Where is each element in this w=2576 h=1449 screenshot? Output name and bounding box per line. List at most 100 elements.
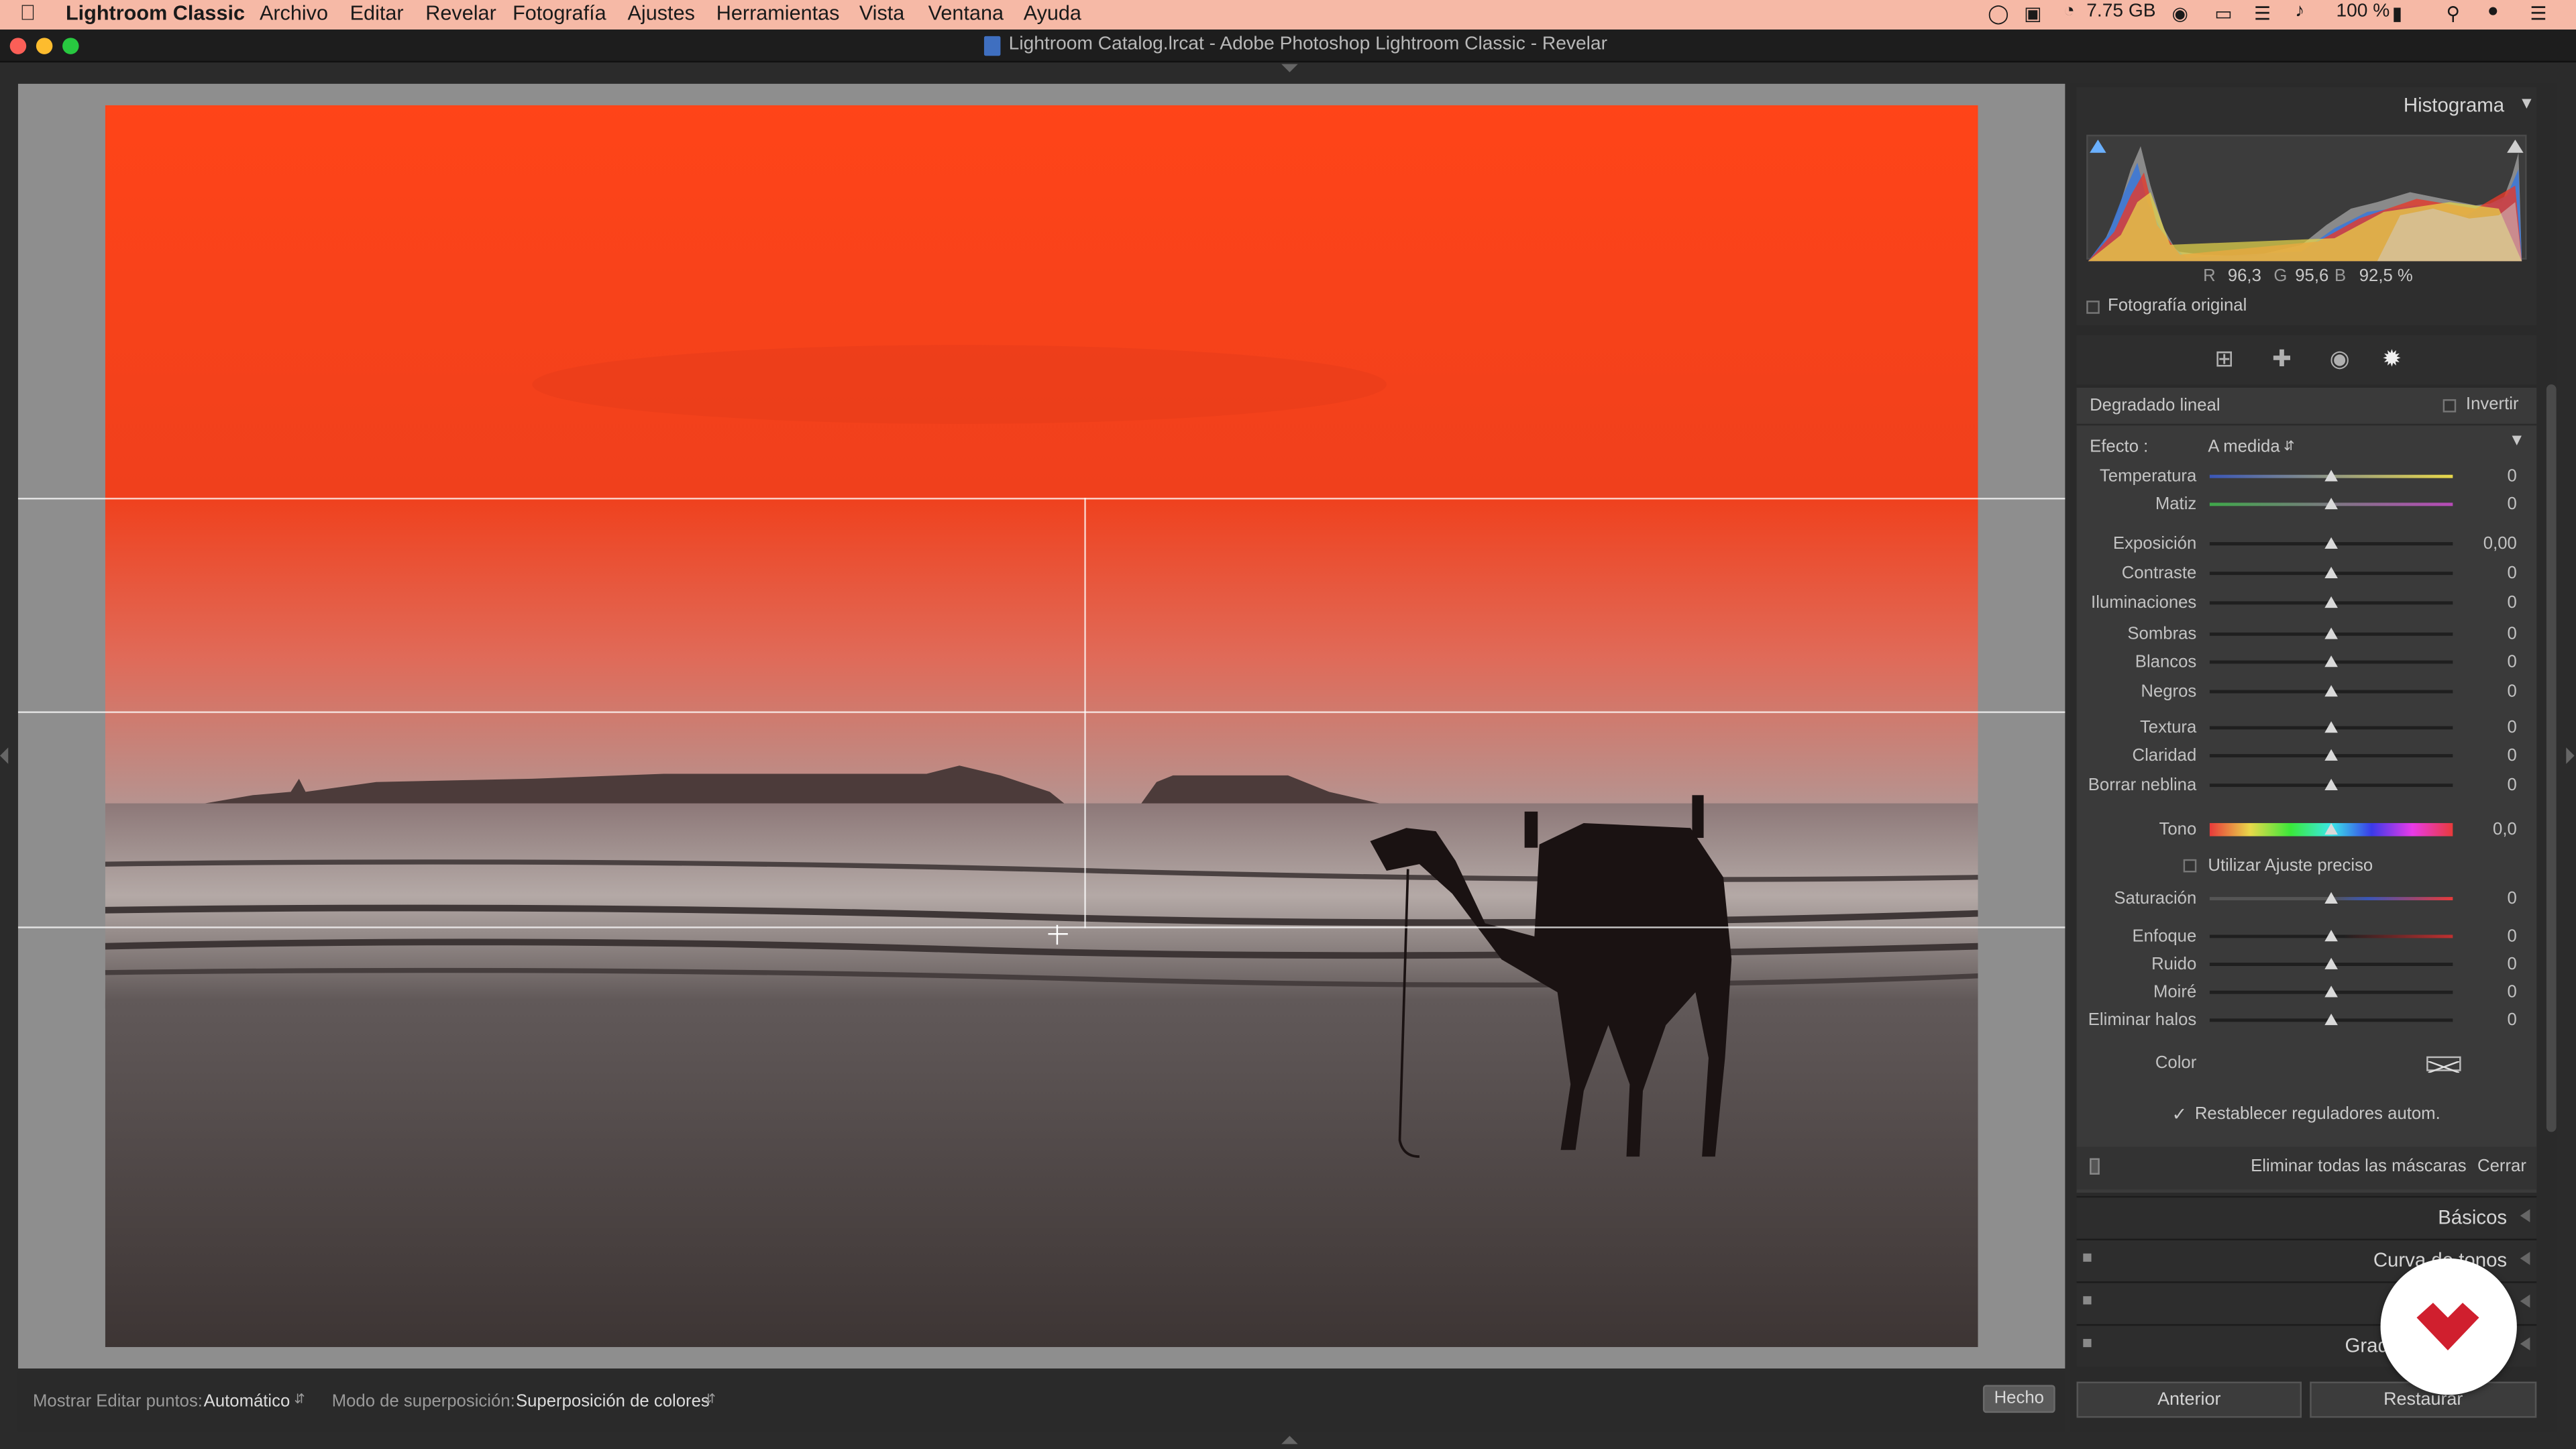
gradient-center-guide[interactable] [17,711,2065,713]
slider-textura-thumb[interactable] [2324,721,2338,733]
histogram-chart[interactable] [2086,134,2527,262]
panel-grad-expand-icon[interactable] [2520,1337,2530,1351]
slider-sombras-thumb[interactable] [2324,627,2338,639]
slider-eliminar-halos-value[interactable]: 0 [2464,1010,2517,1030]
menu-revelar[interactable]: Revelar [425,1,496,24]
slider-matiz-value[interactable]: 0 [2464,494,2517,514]
creative-cloud-icon[interactable]: ◯ [1988,1,2009,24]
airplay-icon[interactable]: ▭ [2214,1,2233,24]
slider-ruido-thumb[interactable] [2324,957,2338,969]
slider-ruido-value[interactable]: 0 [2464,955,2517,974]
effect-select[interactable]: A medida [2208,437,2279,456]
histogram-collapse-icon[interactable]: ▼ [2518,95,2534,113]
previous-button[interactable]: Anterior [2076,1381,2302,1418]
red-eye-tool-icon[interactable]: ◉ [2330,345,2350,373]
overlay-mode-chevron-icon[interactable]: ⇵ [705,1391,716,1406]
left-panel-toggle[interactable] [0,747,9,764]
slider-borrar-neblina-thumb[interactable] [2324,778,2338,790]
zoom-window-button[interactable] [62,38,79,54]
invert-checkbox[interactable] [2443,399,2457,413]
gradient-top-guide[interactable] [17,498,2065,500]
close-mask-button[interactable]: Cerrar [2477,1157,2526,1176]
highlight-clipping-icon[interactable] [2507,140,2524,153]
panel-curva-expand-icon[interactable] [2520,1252,2530,1265]
slider-moire-value[interactable]: 0 [2464,982,2517,1002]
slider-iluminaciones-value[interactable]: 0 [2464,593,2517,612]
menu-editar[interactable]: Editar [350,1,404,24]
slider-moire-thumb[interactable] [2324,985,2338,998]
slider-textura-value[interactable]: 0 [2464,718,2517,737]
slider-sombras-value[interactable]: 0 [2464,625,2517,644]
storage-icon[interactable]: ◔ [2063,1,2075,21]
slider-blancos-value[interactable]: 0 [2464,652,2517,672]
top-panel-toggle[interactable] [1281,64,1298,72]
slider-matiz-thumb[interactable] [2324,498,2338,510]
gradient-rotation-guide[interactable] [1084,498,1086,928]
close-window-button[interactable] [9,38,27,54]
sync-icon[interactable]: ◉ [2172,1,2189,24]
slider-temperatura-value[interactable]: 0 [2464,467,2517,486]
wifi-icon[interactable]: ☰ [2254,1,2271,24]
show-points-chevron-icon[interactable]: ⇵ [294,1391,305,1406]
effect-collapse-icon[interactable]: ▼ [2509,432,2525,450]
photo-canvas[interactable] [105,105,1978,1348]
panel-grad-switch[interactable] [2083,1338,2092,1348]
histogram-title[interactable]: Histograma [2404,94,2504,117]
menu-archivo[interactable]: Archivo [260,1,328,24]
display-icon[interactable]: ▣ [2024,1,2042,24]
slider-claridad-thumb[interactable] [2324,749,2338,761]
panel-scrollbar[interactable] [2546,384,2557,1132]
delete-all-masks-button[interactable]: Eliminar todas las máscaras [2251,1157,2467,1176]
battery-status[interactable]: 100 % [2336,1,2390,21]
menu-herramientas[interactable]: Herramientas [716,1,840,24]
slider-tono-value[interactable]: 0,0 [2464,820,2517,839]
menu-vista[interactable]: Vista [859,1,905,24]
slider-enfoque-thumb[interactable] [2324,930,2338,942]
crop-tool-icon[interactable]: ⊞ [2214,345,2234,373]
mask-toggle-switch[interactable] [2090,1158,2100,1175]
panel-3-expand-icon[interactable] [2520,1294,2530,1308]
slider-blancos-thumb[interactable] [2324,655,2338,667]
slider-claridad-value[interactable]: 0 [2464,746,2517,765]
slider-temperatura-thumb[interactable] [2324,470,2338,482]
masking-tool-icon[interactable]: ✹ [2382,345,2402,373]
slider-contraste-thumb[interactable] [2324,566,2338,579]
slider-enfoque-value[interactable]: 0 [2464,926,2517,946]
slider-tono-thumb[interactable] [2324,822,2338,835]
panel-3-switch[interactable] [2083,1296,2092,1305]
overlay-mode-select[interactable]: Superposición de colores [516,1391,710,1411]
panel-basicos[interactable]: Básicos [2076,1195,2537,1239]
shadow-clipping-icon[interactable] [2090,140,2106,153]
slider-exposicion-thumb[interactable] [2324,537,2338,549]
bottom-panel-toggle[interactable] [1281,1436,1298,1444]
gradient-bottom-guide[interactable] [17,926,2065,928]
slider-contraste-value[interactable]: 0 [2464,564,2517,583]
healing-tool-icon[interactable]: ✚ [2272,345,2292,373]
search-icon[interactable]: ⚲ [2447,1,2461,24]
slider-negros-value[interactable]: 0 [2464,682,2517,701]
slider-saturacion-value[interactable]: 0 [2464,889,2517,908]
menu-ajustes[interactable]: Ajustes [628,1,695,24]
slider-saturacion-thumb[interactable] [2324,892,2338,904]
fine-adjust-checkbox[interactable] [2183,859,2197,873]
effect-chevron-icon[interactable]: ⇵ [2284,439,2294,453]
color-swatch[interactable] [2426,1056,2461,1074]
slider-negros-thumb[interactable] [2324,685,2338,697]
app-menu[interactable]: Lightroom Classic [66,1,245,24]
slider-exposicion-value[interactable]: 0,00 [2464,534,2517,553]
original-photo-checkbox[interactable] [2086,301,2100,314]
done-button[interactable]: Hecho [1982,1385,2055,1413]
show-points-select[interactable]: Automático [204,1391,290,1411]
notification-center-icon[interactable]: ☰ [2530,1,2546,24]
siri-icon[interactable]: ● [2487,1,2499,21]
menu-fotografia[interactable]: Fotografía [513,1,606,24]
slider-iluminaciones-thumb[interactable] [2324,596,2338,608]
panel-basicos-expand-icon[interactable] [2520,1209,2530,1223]
minimize-window-button[interactable] [36,38,53,54]
menu-ventana[interactable]: Ventana [928,1,1004,24]
right-panel-toggle[interactable] [2566,747,2575,764]
auto-reset-checkmark-icon[interactable]: ✓ [2172,1104,2188,1125]
panel-curva-switch[interactable] [2083,1253,2092,1262]
apple-icon[interactable]:  [19,0,36,25]
volume-icon[interactable]: ♪ [2295,1,2304,21]
